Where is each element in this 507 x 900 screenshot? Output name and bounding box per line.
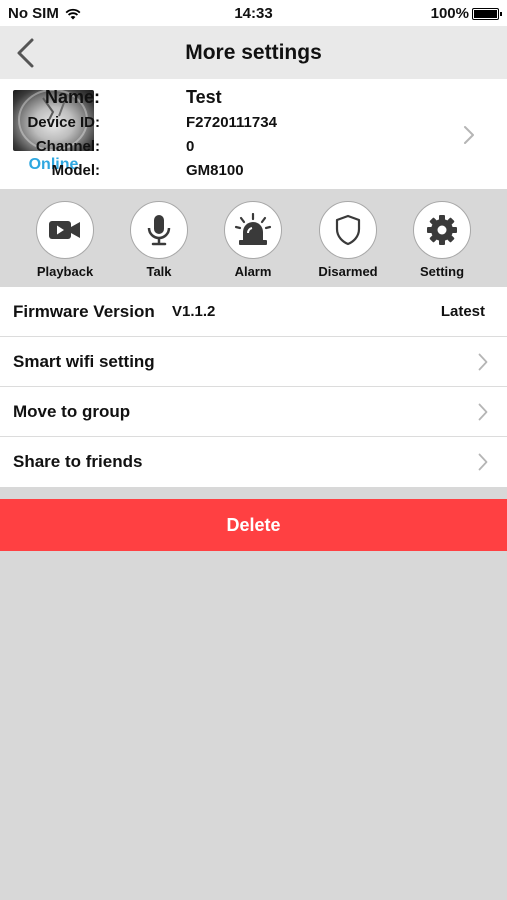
alarm-label: Alarm <box>234 264 272 279</box>
battery-fill <box>474 9 497 18</box>
playback-button[interactable]: Playback <box>25 201 105 279</box>
disarmed-label: Disarmed <box>318 264 378 279</box>
firmware-version: V1.1.2 <box>172 303 216 320</box>
model-label: Model: <box>51 162 100 179</box>
talk-button[interactable]: Talk <box>119 201 199 279</box>
setting-label: Setting <box>419 264 465 279</box>
shield-icon <box>335 214 361 246</box>
chevron-right-icon <box>478 403 488 421</box>
alarm-button[interactable]: Alarm <box>213 201 293 279</box>
chevron-right-icon <box>478 453 488 471</box>
device-id-label: Device ID: <box>27 114 100 131</box>
disarmed-circle[interactable] <box>319 201 377 259</box>
battery-percent: 100% <box>430 5 469 22</box>
alarm-circle[interactable] <box>224 201 282 259</box>
smart-wifi-setting-row[interactable]: Smart wifi setting <box>0 337 507 387</box>
microphone-icon <box>147 215 171 246</box>
disarmed-button[interactable]: Disarmed <box>308 201 388 279</box>
delete-button[interactable]: Delete <box>0 499 507 551</box>
smart-wifi-setting-label: Smart wifi setting <box>13 352 155 371</box>
action-bar: Playback Talk Alarm Disarmed Setting <box>0 189 507 287</box>
talk-circle[interactable] <box>130 201 188 259</box>
battery-icon <box>472 7 502 20</box>
firmware-row: Firmware Version V1.1.2 Latest <box>0 287 507 337</box>
status-right: 100% <box>430 5 502 22</box>
name-label: Name: <box>44 87 100 107</box>
move-to-group-row[interactable]: Move to group <box>0 387 507 437</box>
channel-label: Channel: <box>35 138 100 155</box>
chevron-right-icon <box>478 353 488 371</box>
move-to-group-label: Move to group <box>13 402 131 421</box>
channel-value: 0 <box>186 138 195 155</box>
page-title: More settings <box>185 41 322 64</box>
talk-label: Talk <box>146 264 172 279</box>
setting-circle[interactable] <box>413 201 471 259</box>
firmware-label: Firmware Version <box>13 302 155 321</box>
playback-circle[interactable] <box>36 201 94 259</box>
share-to-friends-row[interactable]: Share to friends <box>0 437 507 487</box>
playback-label: Playback <box>36 264 94 279</box>
name-value: Test <box>186 87 222 107</box>
device-id-value: F2720111734 <box>186 114 277 131</box>
setting-button[interactable]: Setting <box>402 201 482 279</box>
nav-bar: More settings <box>0 26 507 79</box>
video-camera-icon <box>49 221 80 239</box>
firmware-status: Latest <box>440 303 485 320</box>
status-bar: No SIM 14:33 100% <box>0 0 507 26</box>
model-value: GM8100 <box>186 162 244 179</box>
share-to-friends-label: Share to friends <box>13 452 143 471</box>
chevron-right-icon[interactable] <box>463 125 475 145</box>
siren-icon <box>234 213 272 245</box>
gear-icon <box>427 215 457 245</box>
device-card[interactable]: Online Name: Test Device ID: F2720111734… <box>0 79 507 189</box>
